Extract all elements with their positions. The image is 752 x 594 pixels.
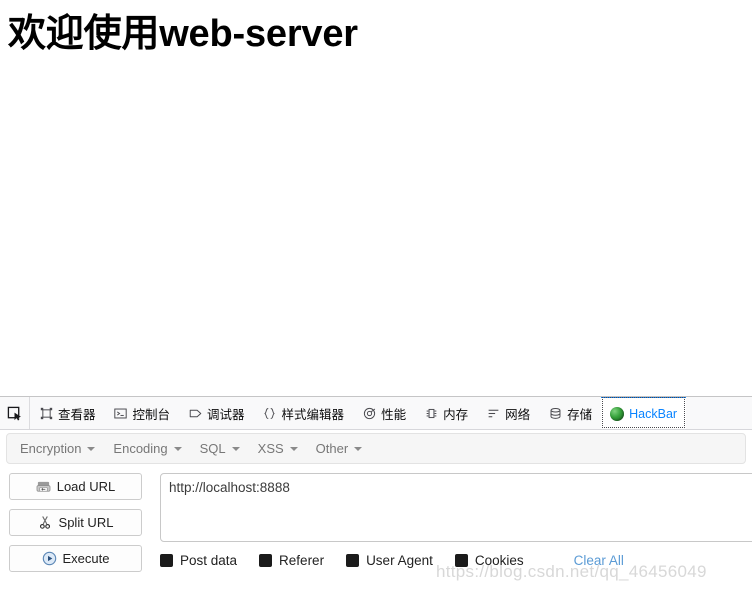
tab-label: HackBar bbox=[629, 406, 678, 421]
menu-label: Encryption bbox=[20, 441, 82, 456]
tab-inspector[interactable]: 查看器 bbox=[30, 397, 105, 429]
checkbox-box[interactable] bbox=[346, 554, 360, 567]
element-picker-button[interactable] bbox=[0, 397, 30, 429]
checkbox-box[interactable] bbox=[259, 554, 273, 567]
checkbox-user-agent[interactable]: User Agent bbox=[346, 553, 433, 568]
console-icon bbox=[114, 406, 128, 420]
checkbox-box[interactable] bbox=[454, 554, 468, 567]
tab-memory[interactable]: 内存 bbox=[415, 397, 477, 429]
chevron-down-icon bbox=[173, 446, 182, 451]
url-input[interactable] bbox=[160, 473, 752, 542]
menu-xss[interactable]: XSS bbox=[249, 437, 307, 460]
menu-sql[interactable]: SQL bbox=[191, 437, 249, 460]
menu-label: Encoding bbox=[113, 441, 168, 456]
hackbar-panel: Encryption Encoding SQL XSS Other Load U… bbox=[0, 430, 752, 594]
hackbar-favicon-icon bbox=[610, 406, 625, 421]
style-editor-icon bbox=[263, 406, 277, 420]
checkbox-referer[interactable]: Referer bbox=[259, 553, 324, 568]
execute-button[interactable]: Execute bbox=[9, 545, 142, 572]
tab-debugger[interactable]: 调试器 bbox=[179, 397, 254, 429]
hackbar-fields: Post data Referer User Agent Cookies C bbox=[160, 473, 752, 568]
debugger-icon bbox=[188, 406, 202, 420]
chevron-down-icon bbox=[231, 446, 240, 451]
tab-label: 调试器 bbox=[207, 407, 245, 422]
checkbox-label: User Agent bbox=[366, 553, 433, 568]
devtools-tab-list: 查看器 控制台 调试器 样式编辑器 性能 内存 网络 存储 HackBar bbox=[30, 397, 752, 429]
button-label: Load URL bbox=[56, 479, 116, 494]
tab-label: 控制台 bbox=[132, 407, 171, 422]
web-page-content: 欢迎使用web-server bbox=[0, 0, 752, 396]
tab-performance[interactable]: 性能 bbox=[353, 397, 415, 429]
menu-label: XSS bbox=[257, 441, 284, 456]
tab-label: 查看器 bbox=[58, 407, 96, 422]
scissors-icon bbox=[38, 515, 53, 530]
checkbox-post-data[interactable]: Post data bbox=[160, 553, 237, 568]
load-url-icon bbox=[36, 479, 51, 494]
menu-encryption[interactable]: Encryption bbox=[11, 437, 104, 460]
performance-icon bbox=[362, 406, 376, 420]
checkbox-cookies[interactable]: Cookies bbox=[454, 553, 524, 568]
checkbox-label: Post data bbox=[180, 553, 238, 568]
tab-console[interactable]: 控制台 bbox=[105, 397, 180, 429]
tab-label: 网络 bbox=[505, 407, 531, 422]
element-picker-icon bbox=[7, 406, 22, 421]
chevron-down-icon bbox=[354, 446, 363, 451]
checkbox-label: Referer bbox=[279, 553, 325, 568]
checkbox-label: Cookies bbox=[474, 553, 524, 568]
hackbar-action-buttons: Load URL Split URL Execute bbox=[0, 473, 160, 572]
devtools-panel: 查看器 控制台 调试器 样式编辑器 性能 内存 网络 存储 HackBar En… bbox=[0, 396, 752, 594]
chevron-down-icon bbox=[87, 446, 96, 451]
menu-label: Other bbox=[315, 441, 349, 456]
tab-hackbar[interactable]: HackBar bbox=[601, 397, 687, 429]
menu-other[interactable]: Other bbox=[307, 437, 372, 460]
tab-label: 性能 bbox=[381, 407, 407, 422]
storage-icon bbox=[548, 406, 562, 420]
menu-label: SQL bbox=[199, 441, 226, 456]
hackbar-menubar: Encryption Encoding SQL XSS Other bbox=[6, 433, 746, 464]
hackbar-body: Load URL Split URL Execute http://localh… bbox=[0, 464, 752, 572]
chevron-down-icon bbox=[289, 446, 298, 451]
tab-label: 内存 bbox=[443, 407, 469, 422]
tab-style-editor[interactable]: 样式编辑器 bbox=[254, 397, 354, 429]
split-url-button[interactable]: Split URL bbox=[9, 509, 142, 536]
memory-icon bbox=[424, 406, 438, 420]
clear-all-link[interactable]: Clear All bbox=[574, 553, 624, 568]
hackbar-option-row: Post data Referer User Agent Cookies Cle… bbox=[160, 553, 752, 568]
tab-storage[interactable]: 存储 bbox=[539, 397, 601, 429]
button-label: Split URL bbox=[58, 515, 114, 530]
tab-label: 存储 bbox=[567, 407, 593, 422]
page-title: 欢迎使用web-server bbox=[8, 13, 358, 55]
menu-encoding[interactable]: Encoding bbox=[104, 437, 190, 460]
checkbox-box[interactable] bbox=[160, 554, 173, 567]
tab-network[interactable]: 网络 bbox=[477, 397, 539, 429]
play-circle-icon bbox=[42, 551, 57, 566]
devtools-tabstrip: 查看器 控制台 调试器 样式编辑器 性能 内存 网络 存储 HackBar bbox=[0, 397, 752, 430]
inspector-icon bbox=[39, 406, 53, 420]
network-icon bbox=[486, 406, 500, 420]
load-url-button[interactable]: Load URL bbox=[9, 473, 142, 500]
tab-label: 样式编辑器 bbox=[281, 407, 345, 422]
button-label: Execute bbox=[62, 551, 110, 566]
